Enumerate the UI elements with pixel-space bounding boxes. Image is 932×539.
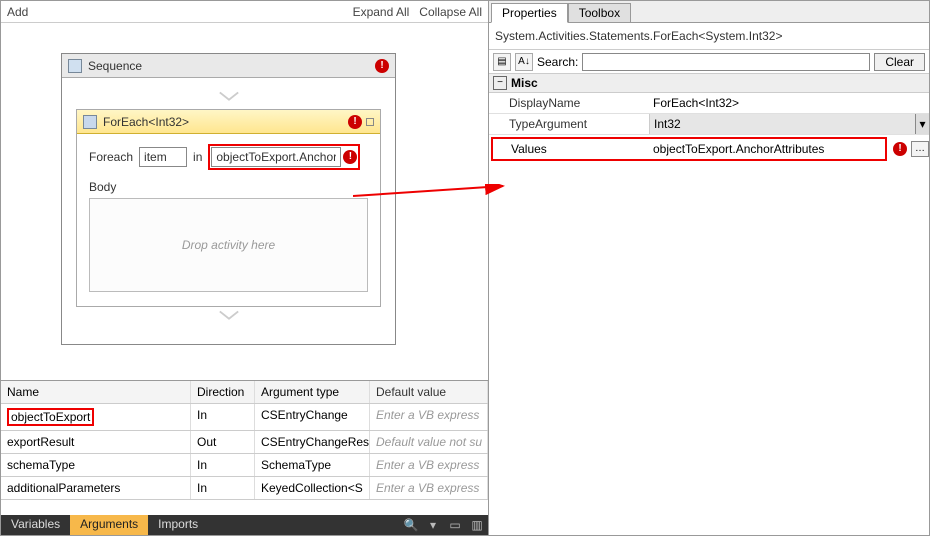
argument-row[interactable]: schemaTypeInSchemaTypeEnter a VB express — [1, 454, 488, 477]
sequence-activity[interactable]: Sequence ! ForEach<Int32> ! — [61, 53, 396, 345]
category-misc: Misc — [511, 76, 538, 90]
prop-values-label: Values — [493, 139, 649, 159]
error-icon: ! — [343, 150, 357, 164]
arguments-panel: Name Direction Argument type Default val… — [1, 380, 488, 515]
col-header-direction[interactable]: Direction — [191, 381, 255, 403]
argument-direction[interactable]: In — [191, 477, 255, 499]
drop-indicator-icon — [76, 307, 381, 328]
collapse-all-button[interactable]: Collapse All — [419, 5, 482, 19]
collapse-category-icon[interactable]: − — [493, 76, 507, 90]
tab-imports[interactable]: Imports — [148, 515, 208, 535]
overview-icon[interactable]: ▥ — [466, 515, 488, 535]
search-label: Search: — [537, 55, 578, 69]
dropdown-icon[interactable]: ▾ — [915, 114, 929, 134]
zoom-dropdown[interactable]: ▾ — [422, 515, 444, 535]
prop-displayname-label: DisplayName — [489, 93, 649, 113]
argument-name-highlight: objectToExport — [7, 408, 94, 426]
col-header-default[interactable]: Default value — [370, 381, 488, 403]
argument-row[interactable]: objectToExport InCSEntryChangeEnter a VB … — [1, 404, 488, 431]
argument-name[interactable]: schemaType — [1, 454, 191, 476]
argument-direction[interactable]: Out — [191, 431, 255, 453]
search-icon[interactable]: 🔍 — [400, 515, 422, 535]
prop-values-value[interactable]: objectToExport.AnchorAttributes — [649, 139, 885, 159]
argument-type[interactable]: CSEntryChange — [255, 404, 370, 430]
clear-button[interactable]: Clear — [874, 53, 925, 71]
chevron-down-icon[interactable] — [366, 118, 374, 126]
argument-direction[interactable]: In — [191, 404, 255, 430]
expand-all-button[interactable]: Expand All — [353, 5, 410, 19]
fit-screen-icon[interactable]: ▭ — [444, 515, 466, 535]
sequence-icon — [68, 59, 82, 73]
error-icon: ! — [348, 115, 362, 129]
sort-az-icon[interactable]: A↓ — [515, 53, 533, 71]
prop-typearg-label: TypeArgument — [489, 114, 649, 134]
tab-variables[interactable]: Variables — [1, 515, 70, 535]
tab-arguments[interactable]: Arguments — [70, 515, 148, 535]
drop-indicator-icon — [76, 88, 381, 109]
prop-displayname-value[interactable]: ForEach<Int32> — [649, 93, 743, 113]
in-label: in — [193, 150, 202, 164]
body-label: Body — [89, 180, 368, 194]
argument-default[interactable]: Default value not su — [370, 431, 488, 453]
argument-name[interactable]: additionalParameters — [1, 477, 191, 499]
foreach-label: Foreach — [89, 150, 133, 164]
argument-type[interactable]: KeyedCollection<S — [255, 477, 370, 499]
categorize-icon[interactable]: ▤ — [493, 53, 511, 71]
argument-default[interactable]: Enter a VB express — [370, 404, 488, 430]
argument-direction[interactable]: In — [191, 454, 255, 476]
argument-default[interactable]: Enter a VB express — [370, 454, 488, 476]
tab-properties[interactable]: Properties — [491, 3, 568, 23]
col-header-type[interactable]: Argument type — [255, 381, 370, 403]
foreach-in-input[interactable] — [211, 147, 341, 167]
ellipsis-button[interactable]: … — [911, 141, 929, 157]
prop-values-highlight: Values objectToExport.AnchorAttributes — [491, 137, 887, 161]
argument-type[interactable]: CSEntryChangeRes — [255, 431, 370, 453]
argument-row[interactable]: additionalParametersInKeyedCollection<SE… — [1, 477, 488, 500]
argument-name[interactable]: objectToExport — [1, 404, 191, 430]
foreach-in-expression-highlight: ! — [208, 144, 360, 170]
property-search-input[interactable] — [582, 53, 870, 71]
col-header-name[interactable]: Name — [1, 381, 191, 403]
prop-typearg-value[interactable]: Int32 — [650, 114, 915, 134]
foreach-icon — [83, 115, 97, 129]
argument-type[interactable]: SchemaType — [255, 454, 370, 476]
error-icon: ! — [375, 59, 389, 73]
argument-row[interactable]: exportResultOutCSEntryChangeResDefault v… — [1, 431, 488, 454]
body-drop-zone[interactable]: Drop activity here — [89, 198, 368, 292]
argument-name[interactable]: exportResult — [1, 431, 191, 453]
designer-canvas[interactable]: Sequence ! ForEach<Int32> ! — [1, 23, 488, 380]
argument-default[interactable]: Enter a VB express — [370, 477, 488, 499]
foreach-activity[interactable]: ForEach<Int32> ! Foreach in — [76, 109, 381, 307]
foreach-item-input[interactable] — [139, 147, 187, 167]
foreach-title: ForEach<Int32> — [103, 115, 348, 129]
add-button[interactable]: Add — [7, 5, 28, 19]
error-icon: ! — [893, 142, 907, 156]
selected-object-type: System.Activities.Statements.ForEach<Sys… — [489, 23, 929, 50]
sequence-title: Sequence — [88, 59, 375, 73]
tab-toolbox[interactable]: Toolbox — [568, 3, 631, 23]
